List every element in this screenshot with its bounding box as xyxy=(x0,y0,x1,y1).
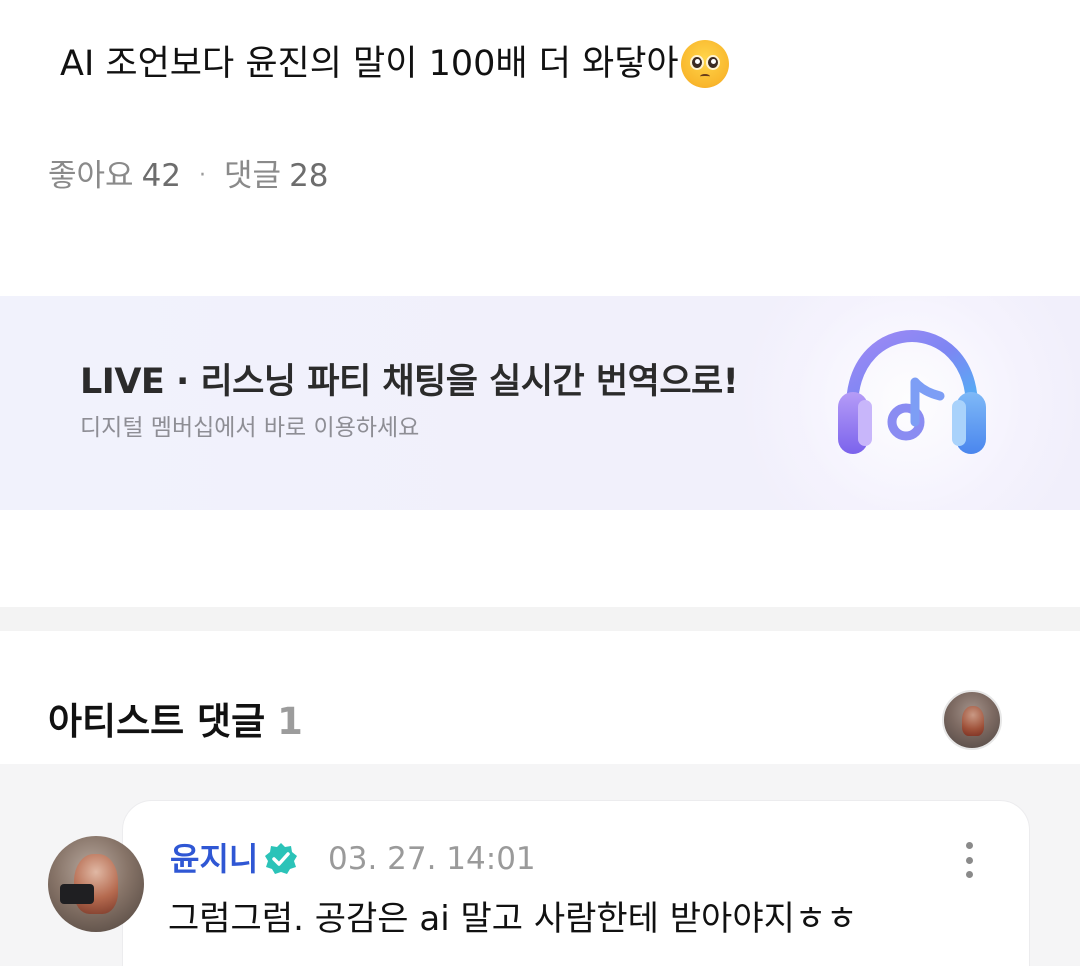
artist-comments-title: 아티스트 댓글 xyxy=(48,700,266,743)
comment-text: 그럼그럼. 공감은 ai 말고 사람한테 받아야지ㅎㅎ xyxy=(168,899,858,939)
commenter-name[interactable]: 윤지니 xyxy=(170,838,258,880)
more-options-icon[interactable] xyxy=(954,836,984,884)
banner-title: LIVE · 리스닝 파티 채팅을 실시간 번역으로! xyxy=(80,362,739,402)
post-text: AI 조언보다 윤진의 말이 100배 더 와닿아 xyxy=(60,44,679,84)
artist-comments-count: 1 xyxy=(277,700,303,743)
likes-label[interactable]: 좋아요 xyxy=(48,156,134,196)
pleading-face-emoji-icon xyxy=(680,40,729,88)
artist-comments-header: 아티스트 댓글 1 xyxy=(48,700,303,744)
comments-count: 28 xyxy=(289,158,329,194)
verified-badge-icon xyxy=(265,843,297,874)
headphones-music-note-icon xyxy=(838,330,986,454)
comments-label[interactable]: 댓글 xyxy=(224,156,281,196)
stats-separator: · xyxy=(199,163,207,188)
post-stats: 좋아요 42 · 댓글 28 xyxy=(48,156,329,196)
likes-count: 42 xyxy=(141,158,182,194)
post-body: AI 조언보다 윤진의 말이 100배 더 와닿아 xyxy=(60,40,729,88)
artist-mini-avatar[interactable] xyxy=(942,690,1002,750)
section-divider xyxy=(0,607,1080,631)
post-detail-page: AI 조언보다 윤진의 말이 100배 더 와닿아 좋아요 42 · 댓글 28… xyxy=(0,0,1080,966)
comment-timestamp: 03. 27. 14:01 xyxy=(328,841,536,877)
banner-subtitle: 디지털 멤버십에서 바로 이용하세요 xyxy=(80,415,420,441)
commenter-avatar[interactable] xyxy=(48,836,144,932)
